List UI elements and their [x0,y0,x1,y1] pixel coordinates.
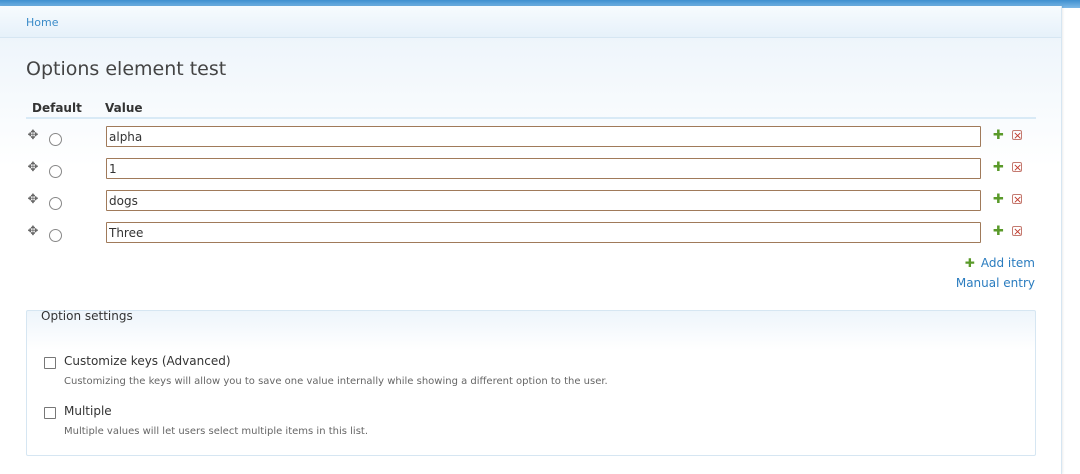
customize-keys-checkbox[interactable] [44,357,56,369]
breadcrumb-home-link[interactable]: Home [26,16,58,29]
option-value-input[interactable] [106,190,981,211]
breadcrumb: Home [0,6,1061,38]
fieldset-legend: Option settings [41,309,133,323]
table-row: ✥ ✚ × [26,156,1036,186]
add-item-link[interactable]: ✚ Add item [965,256,1035,270]
remove-row-icon[interactable]: × [1012,226,1022,237]
page-title: Options element test [26,58,227,80]
add-row-icon[interactable]: ✚ [992,161,1005,174]
add-row-icon[interactable]: ✚ [992,193,1005,206]
header-default: Default [32,101,82,115]
customize-keys-description: Customizing the keys will allow you to s… [64,376,608,387]
options-table-header: Default Value [26,95,1036,119]
add-item-label: Add item [980,256,1035,270]
drag-handle-icon[interactable]: ✥ [26,161,40,175]
add-row-icon[interactable]: ✚ [992,129,1005,142]
header-value: Value [105,101,143,115]
default-radio[interactable] [49,133,62,146]
drag-handle-icon[interactable]: ✥ [26,225,40,239]
remove-row-icon[interactable]: × [1012,162,1022,173]
option-value-input[interactable] [106,126,981,147]
drag-handle-icon[interactable]: ✥ [26,193,40,207]
default-radio[interactable] [49,197,62,210]
option-value-input[interactable] [106,158,981,179]
default-radio[interactable] [49,165,62,178]
page-container: Home Options element test Default Value … [0,6,1062,474]
table-row: ✥ ✚ × [26,188,1036,218]
customize-keys-label[interactable]: Customize keys (Advanced) [64,354,231,368]
multiple-label[interactable]: Multiple [64,404,112,418]
option-value-input[interactable] [106,222,981,243]
plus-icon: ✚ [964,256,975,270]
drag-handle-icon[interactable]: ✥ [26,129,40,143]
table-row: ✥ ✚ × [26,124,1036,154]
multiple-description: Multiple values will let users select mu… [64,426,368,437]
multiple-checkbox[interactable] [44,407,56,419]
table-row: ✥ ✚ × [26,220,1036,250]
manual-entry-link[interactable]: Manual entry [956,276,1035,290]
option-settings-fieldset: Option settings Customize keys (Advanced… [26,309,1036,456]
remove-row-icon[interactable]: × [1012,194,1022,205]
add-row-icon[interactable]: ✚ [992,225,1005,238]
remove-row-icon[interactable]: × [1012,130,1022,141]
default-radio[interactable] [49,229,62,242]
